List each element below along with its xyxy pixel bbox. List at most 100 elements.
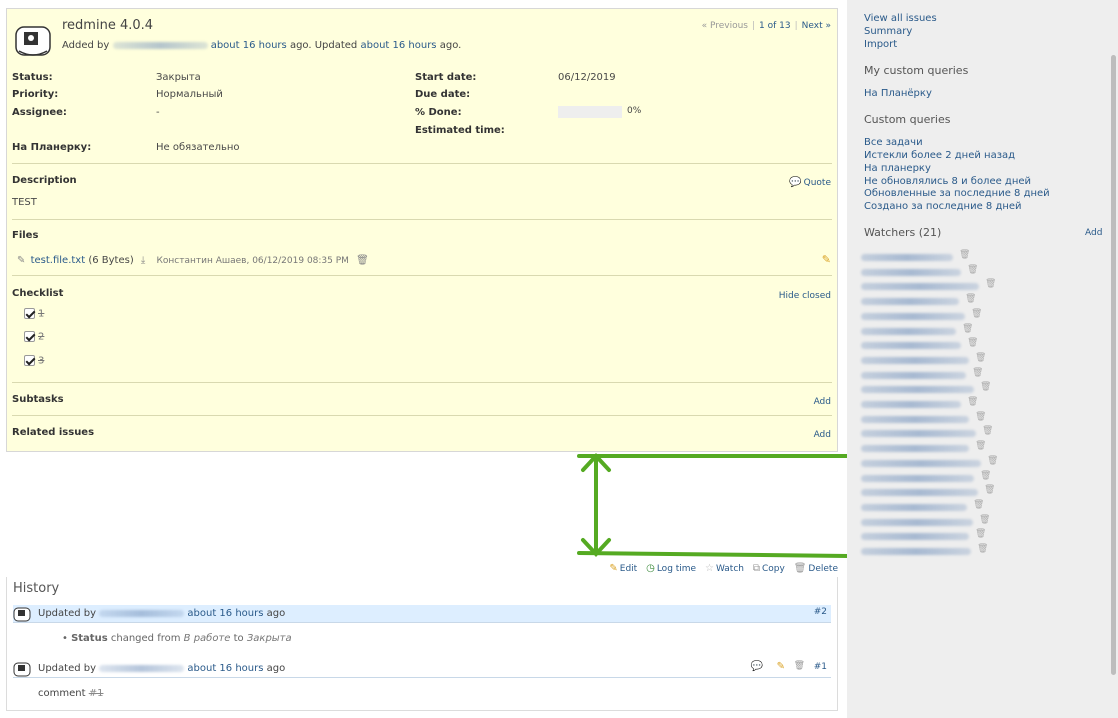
trash-icon[interactable]: 🗑 <box>982 426 993 436</box>
trash-icon[interactable]: 🗑 <box>979 515 990 525</box>
subtasks-title: Subtasks <box>12 394 64 405</box>
attachment-author: Константин Ашаев, 06/12/2019 08:35 PM <box>156 256 349 266</box>
watcher-name-blurred[interactable] <box>861 342 961 350</box>
query-link[interactable]: Создано за последние 8 дней <box>864 201 1022 212</box>
watcher-name-blurred[interactable] <box>861 518 973 526</box>
edit-button[interactable]: ✎ Edit <box>609 563 637 574</box>
download-icon[interactable]: ⤓ <box>141 255 145 266</box>
attachment-link[interactable]: test.file.txt <box>31 255 86 266</box>
query-link[interactable]: На планерку <box>864 163 931 174</box>
priority-label: Priority: <box>12 89 59 100</box>
next-link[interactable]: Next » <box>802 21 831 31</box>
trash-icon[interactable]: 🗑 <box>973 500 984 510</box>
trash-icon[interactable]: 🗑 <box>980 471 991 481</box>
delete-button[interactable]: 🗑 Delete <box>794 563 838 574</box>
trash-icon[interactable]: 🗑 <box>959 250 970 260</box>
watcher-name-blurred[interactable] <box>861 430 976 438</box>
hide-closed-link[interactable]: Hide closed <box>779 291 831 301</box>
watcher-name-blurred[interactable] <box>861 459 981 467</box>
trash-icon[interactable]: 🗑 <box>975 441 986 451</box>
watcher-name-blurred[interactable] <box>861 503 967 511</box>
watcher-name-blurred[interactable] <box>861 415 969 423</box>
author-name-blurred[interactable] <box>112 41 208 49</box>
watcher-name-blurred[interactable] <box>861 298 959 306</box>
quote-button[interactable]: 💬 Quote <box>789 177 831 188</box>
checklist-item[interactable]: 3 <box>24 355 44 367</box>
add-watcher-link[interactable]: Add <box>1085 228 1102 238</box>
copy-button[interactable]: ⧉ Copy <box>753 563 785 574</box>
trash-icon[interactable]: 🗑 <box>984 485 995 495</box>
author-name-blurred[interactable] <box>99 664 185 672</box>
trash-icon[interactable]: 🗑 <box>967 397 978 407</box>
journal-time-link[interactable]: about 16 hours <box>187 663 263 674</box>
checkbox[interactable] <box>24 308 35 319</box>
add-subtask-link[interactable]: Add <box>814 397 831 407</box>
watcher-name-blurred[interactable] <box>861 371 966 379</box>
trash-icon[interactable]: 🗑 <box>967 265 978 275</box>
watcher-name-blurred[interactable] <box>861 254 953 261</box>
journal-header: Updated by about 16 hours ago #2 <box>13 605 831 623</box>
journal-number-link[interactable]: #2 <box>814 607 827 617</box>
import-link[interactable]: Import <box>864 39 897 50</box>
trash-icon[interactable]: 🗑 <box>975 412 986 422</box>
watcher-name-blurred[interactable] <box>861 548 971 555</box>
query-link[interactable]: Все задачи <box>864 137 923 148</box>
query-link[interactable]: Истекли более 2 дней назад <box>864 150 1015 161</box>
trash-icon[interactable]: 🗑 <box>794 661 805 671</box>
trash-icon[interactable]: 🗑 <box>987 456 998 466</box>
watcher-name-blurred[interactable] <box>861 283 979 291</box>
trash-icon[interactable]: 🗑 <box>965 294 976 304</box>
journal-time-link[interactable]: about 16 hours <box>187 608 263 619</box>
edit-attachments-pencil-icon[interactable]: ✎ <box>822 253 831 266</box>
watcher-name-blurred[interactable] <box>861 268 961 276</box>
watcher-name-blurred[interactable] <box>861 533 969 541</box>
issue-position-link[interactable]: 1 of 13 <box>759 21 791 31</box>
trash-icon[interactable]: 🗑 <box>985 279 996 289</box>
watcher-name-blurred[interactable] <box>861 401 961 408</box>
query-link[interactable]: Обновленные за последние 8 дней <box>864 188 1050 199</box>
log-time-button[interactable]: ◷ Log time <box>646 563 696 574</box>
watcher-name-blurred[interactable] <box>861 386 974 394</box>
clock-icon: ◷ <box>646 563 655 574</box>
scrollbar[interactable] <box>1111 55 1116 675</box>
added-time-link[interactable]: about 16 hours <box>211 40 287 51</box>
add-related-link[interactable]: Add <box>814 430 831 440</box>
trash-icon[interactable]: 🗑 <box>975 529 986 539</box>
pencil-icon[interactable]: ✎ <box>777 661 785 672</box>
checklist-item[interactable]: 2 <box>24 331 44 343</box>
trash-icon[interactable]: 🗑 <box>972 368 983 378</box>
watcher-name-blurred[interactable] <box>861 474 974 482</box>
view-all-issues-link[interactable]: View all issues <box>864 13 937 24</box>
watcher-name-blurred[interactable] <box>861 312 965 320</box>
trash-icon[interactable]: 🗑 <box>980 382 991 392</box>
trash-icon[interactable]: 🗑 <box>971 309 982 319</box>
trash-icon[interactable]: 🗑 <box>967 338 978 348</box>
description-title: Description <box>12 175 77 186</box>
summary-link[interactable]: Summary <box>864 26 912 37</box>
checklist-title: Checklist <box>12 288 64 299</box>
trash-icon[interactable]: 🗑 <box>356 255 369 266</box>
updated-time-link[interactable]: about 16 hours <box>360 40 436 51</box>
watcher-name-blurred[interactable] <box>861 489 978 497</box>
issue-ref-link[interactable]: #1 <box>89 688 104 699</box>
trash-icon[interactable]: 🗑 <box>975 353 986 363</box>
trash-icon[interactable]: 🗑 <box>977 544 988 554</box>
assignee-label: Assignee: <box>12 107 67 118</box>
author-name-blurred[interactable] <box>99 609 185 617</box>
checklist-item[interactable]: 1 <box>24 308 44 320</box>
trash-icon[interactable]: 🗑 <box>962 324 973 334</box>
checkbox[interactable] <box>24 331 35 342</box>
checkbox[interactable] <box>24 355 35 366</box>
query-link[interactable]: Не обновлялись 8 и более дней <box>864 176 1031 187</box>
watcher-name-blurred[interactable] <box>861 356 969 364</box>
my-query-link[interactable]: На Планёрку <box>864 88 932 99</box>
watcher-name-blurred[interactable] <box>861 327 956 335</box>
divider <box>12 382 832 383</box>
previous-link[interactable]: « Previous <box>702 21 748 31</box>
quote-icon[interactable]: 💬 <box>751 661 763 672</box>
custom-field-label: На Планерку: <box>12 142 92 153</box>
history-section: History Updated by about 16 hours ago #2… <box>6 577 838 711</box>
journal-number-link[interactable]: #1 <box>814 662 827 672</box>
watcher-name-blurred[interactable] <box>861 445 969 453</box>
watch-button[interactable]: ☆ Watch <box>705 563 744 574</box>
